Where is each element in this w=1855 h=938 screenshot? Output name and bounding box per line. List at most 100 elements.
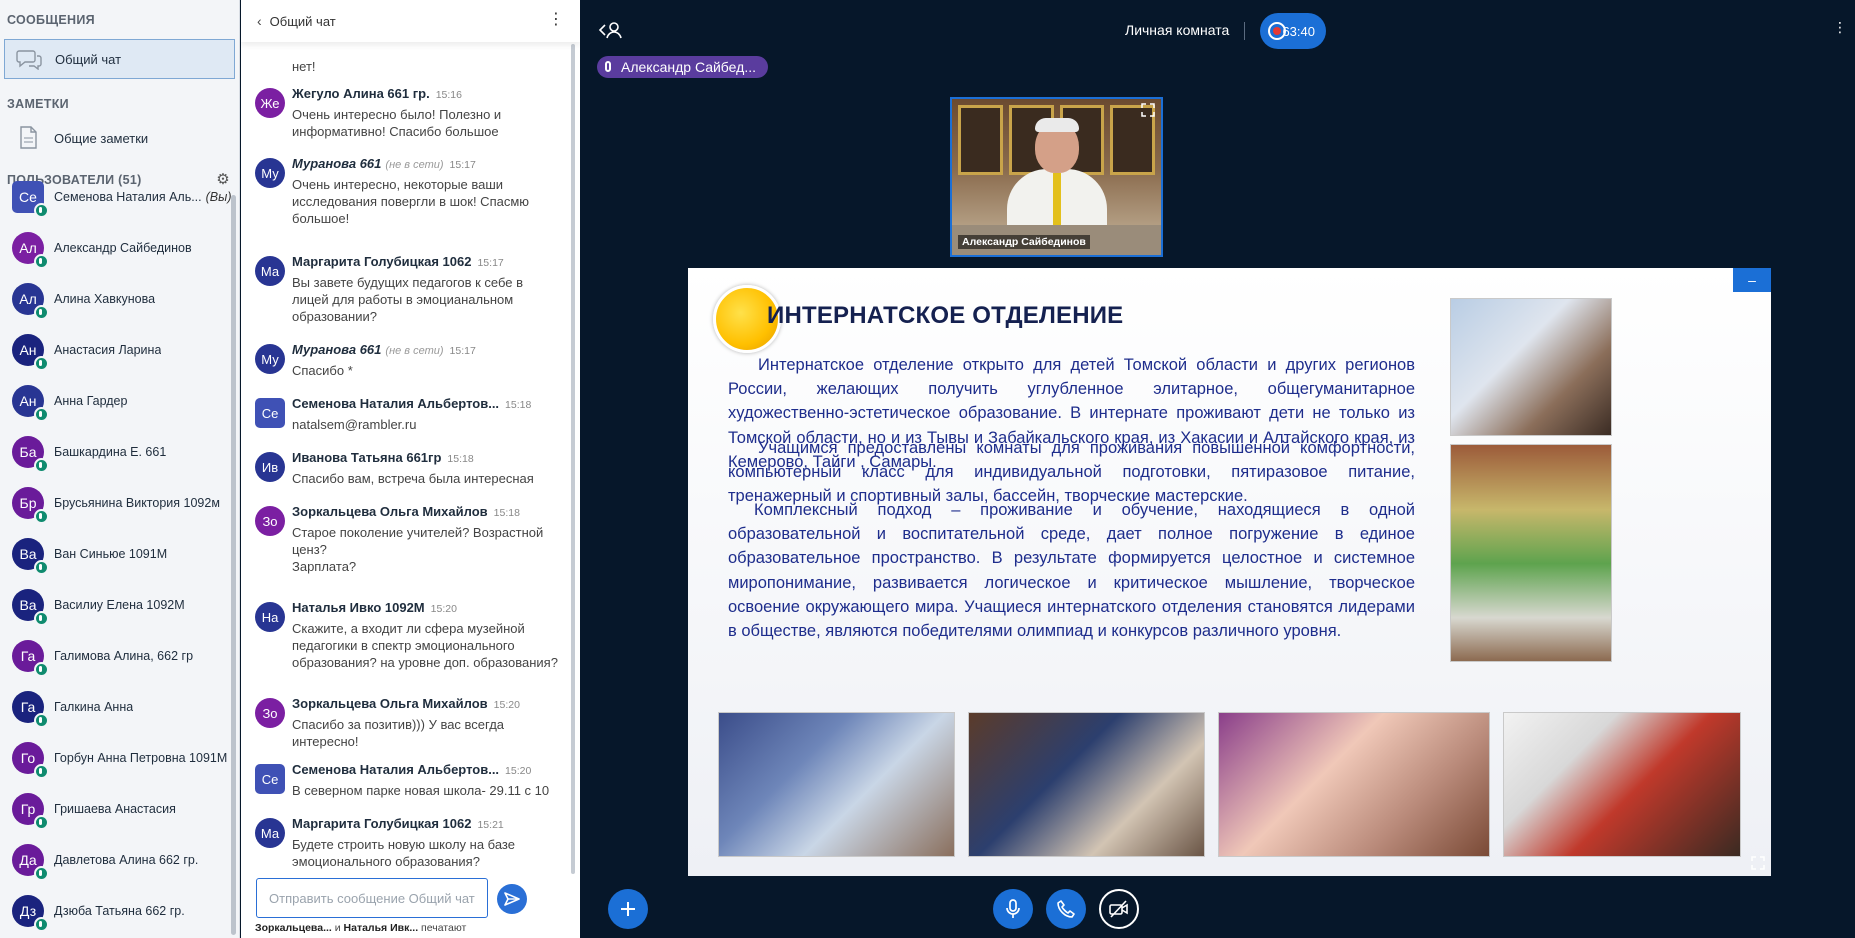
user-list-item[interactable]: Га Галкина Анна bbox=[0, 681, 236, 732]
chat-compose-box[interactable] bbox=[256, 878, 488, 918]
avatar: Ан bbox=[12, 384, 49, 422]
chat-message-text: Будете строить новую школу на базе эмоци… bbox=[292, 837, 515, 869]
options-menu-icon[interactable]: ⋮ bbox=[1833, 20, 1847, 34]
public-chat-label: Общий чат bbox=[55, 51, 122, 67]
share-webcam-button[interactable] bbox=[1099, 889, 1139, 929]
avatar: Гр bbox=[12, 792, 49, 830]
notes-section-title: ЗАМЕТКИ bbox=[7, 97, 69, 111]
chat-header: ‹ Общий чат ⋮ bbox=[241, 0, 580, 42]
presentation-stage: Личная комната 63:40 ⋮ Александр Сайбед.… bbox=[581, 0, 1855, 938]
minimize-presentation-button[interactable]: – bbox=[1733, 268, 1771, 292]
sender-name: Муранова 661 bbox=[292, 342, 382, 357]
recording-button[interactable]: 63:40 bbox=[1260, 13, 1326, 49]
user-list-item[interactable]: Ал Алина Хавкунова bbox=[0, 273, 236, 324]
chat-message-text: Очень интересно, некоторые ваши исследов… bbox=[292, 177, 530, 226]
user-name-text: Галкина Анна bbox=[54, 699, 134, 714]
chat-panel: ‹ Общий чат ⋮ нет! Же Жегуло Алина 661 гр… bbox=[241, 0, 580, 938]
sender-name: Зоркальцева Ольга Михайлов bbox=[292, 504, 488, 519]
fullscreen-icon[interactable] bbox=[1751, 856, 1765, 870]
user-list-item[interactable]: Ан Анна Гардер bbox=[0, 375, 236, 426]
talking-indicator[interactable]: Александр Сайбед... bbox=[597, 56, 768, 78]
avatar: Ма bbox=[255, 818, 285, 848]
mute-button[interactable] bbox=[993, 889, 1033, 929]
chat-message-header: Зоркальцева Ольга Михайлов 15:20 bbox=[292, 696, 520, 711]
leave-audio-button[interactable] bbox=[1046, 889, 1086, 929]
slide-paragraph-3: Комплексный подход – проживание и обучен… bbox=[728, 501, 1415, 641]
user-name: Давлетова Алина 662 гр. bbox=[54, 853, 198, 867]
avatar: Га bbox=[12, 690, 49, 728]
user-list-item[interactable]: Го Горбун Анна Петровна 1091М bbox=[0, 732, 236, 783]
user-name: Василиу Елена 1092М bbox=[54, 598, 185, 612]
slide-photo-hallway bbox=[1450, 444, 1612, 662]
avatar: Му bbox=[255, 158, 285, 188]
more-options-icon[interactable]: ⋮ bbox=[548, 12, 564, 28]
shared-notes-item[interactable]: Общие заметки bbox=[4, 118, 235, 158]
send-button[interactable] bbox=[497, 884, 527, 914]
user-list-item[interactable]: Да Давлетова Алина 662 гр. bbox=[0, 834, 236, 885]
chat-message-input[interactable] bbox=[257, 879, 487, 917]
avatar: Да bbox=[12, 843, 49, 881]
user-list-item[interactable]: Ва Василиу Елена 1092М bbox=[0, 579, 236, 630]
message-time: 15:17 bbox=[449, 345, 476, 357]
user-list-item[interactable]: Се Семенова Наталия Аль... (Вы) bbox=[0, 171, 236, 222]
avatar: Зо bbox=[255, 698, 285, 728]
avatar-initials: Се bbox=[19, 188, 37, 205]
microphone-icon bbox=[34, 508, 49, 524]
user-name-text: Галимова Алина, 662 гр bbox=[54, 648, 194, 663]
public-chat-item[interactable]: Общий чат bbox=[4, 39, 235, 79]
user-name: Горбун Анна Петровна 1091М bbox=[54, 751, 227, 765]
actions-button[interactable] bbox=[608, 889, 648, 929]
chat-scrollbar[interactable] bbox=[571, 44, 575, 874]
microphone-icon bbox=[34, 457, 49, 473]
fullscreen-icon[interactable] bbox=[1141, 103, 1155, 117]
user-name: Анастасия Ларина bbox=[54, 343, 161, 357]
user-list-item[interactable]: Га Галимова Алина, 662 гр bbox=[0, 630, 236, 681]
chat-message-text: Скажите, а входит ли сфера музейной педа… bbox=[292, 621, 558, 670]
user-name-text: Анна Гардер bbox=[54, 393, 128, 408]
user-name-text: Брусьянина Виктория 1092м bbox=[54, 495, 220, 510]
avatar: Ва bbox=[12, 588, 49, 626]
user-list-item[interactable]: Ан Анастасия Ларина bbox=[0, 324, 236, 375]
chevron-left-icon[interactable]: ‹ bbox=[257, 13, 262, 29]
user-name-text: Башкардина Е. 661 bbox=[54, 444, 167, 459]
user-list-item[interactable]: Ва Ван Синьюе 1091М bbox=[0, 528, 236, 579]
sender-name: Маргарита Голубицкая 1062 bbox=[292, 816, 472, 831]
user-list-scrollbar[interactable] bbox=[231, 195, 236, 935]
slide-photo-dining bbox=[1450, 298, 1612, 436]
user-name-text: Гришаева Анастасия bbox=[54, 801, 176, 816]
topbar-divider bbox=[1244, 22, 1245, 40]
user-list-item[interactable]: Дз Дзюба Татьяна 662 гр. bbox=[0, 885, 236, 936]
user-list-item[interactable]: Ба Башкардина Е. 661 bbox=[0, 426, 236, 477]
user-list-item[interactable]: Бр Брусьянина Виктория 1092м bbox=[0, 477, 236, 528]
user-list-item[interactable]: Гр Гришаева Анастасия bbox=[0, 783, 236, 834]
avatar-initials: Да bbox=[19, 851, 37, 868]
avatar: Бр bbox=[12, 486, 49, 524]
sender-name: Жегуло Алина 661 гр. bbox=[292, 86, 430, 101]
user-name: Семенова Наталия Аль... (Вы) bbox=[54, 190, 232, 204]
slide-photo-room bbox=[718, 712, 955, 857]
avatar-initials: Го bbox=[20, 749, 36, 766]
you-label: (Вы) bbox=[205, 189, 232, 204]
chat-message-header: Семенова Наталия Альбертов... 15:20 bbox=[292, 762, 531, 777]
chat-message-text: natalsem@rambler.ru bbox=[292, 417, 417, 432]
microphone-icon bbox=[34, 814, 49, 830]
message-time: 15:16 bbox=[435, 89, 462, 101]
chat-title[interactable]: Общий чат bbox=[270, 14, 336, 29]
chat-message-header: Иванова Татьяна 661гр 15:18 bbox=[292, 450, 474, 465]
chat-message-header: Маргарита Голубицкая 1062 15:21 bbox=[292, 816, 504, 831]
chat-message-text: Вы завете будущих педагогов к себе в лиц… bbox=[292, 275, 524, 324]
avatar: Го bbox=[12, 741, 49, 779]
user-list-item[interactable]: Ал Александр Сайбединов bbox=[0, 222, 236, 273]
user-name-text: Давлетова Алина 662 гр. bbox=[54, 852, 199, 867]
record-icon bbox=[1268, 22, 1286, 40]
sender-name: Муранова 661 bbox=[292, 156, 382, 171]
typing-user-1: Зоркальцева... bbox=[255, 922, 332, 934]
chat-message-header: Наталья Ивко 1092М 15:20 bbox=[292, 600, 457, 615]
user-list-toggle-icon[interactable] bbox=[597, 18, 623, 42]
webcam-video[interactable]: Александр Сайбединов bbox=[950, 97, 1163, 257]
chat-message-header: Зоркальцева Ольга Михайлов 15:18 bbox=[292, 504, 520, 519]
chat-message-text: Старое поколение учителей? Возрастной це… bbox=[292, 525, 544, 574]
microphone-icon bbox=[1006, 899, 1020, 918]
plus-icon bbox=[621, 902, 635, 916]
avatar: Га bbox=[12, 639, 49, 677]
